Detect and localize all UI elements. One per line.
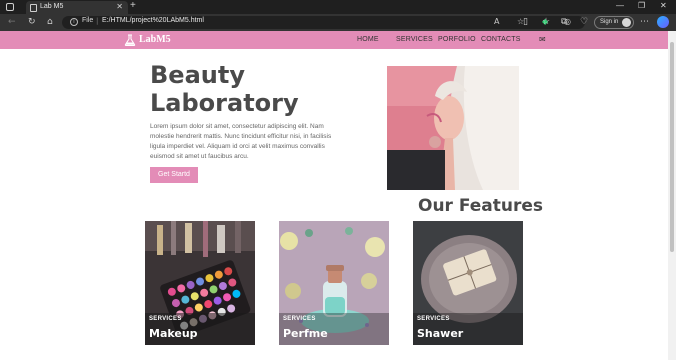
hero-description: Lorem ipsum dolor sit amet, consectetur … (150, 123, 332, 160)
tab-title: Lab M5 (40, 3, 64, 10)
home-icon[interactable]: ⌂ (47, 16, 53, 28)
sign-in-button[interactable]: Sign in (594, 16, 634, 29)
address-url[interactable]: E:/HTML/project%20LAbM5.html (102, 17, 204, 24)
more-menu-icon[interactable]: ⋯ (640, 16, 649, 28)
nav-link-services[interactable]: SERVICES (396, 36, 433, 43)
read-aloud-icon[interactable]: A (494, 17, 499, 26)
mail-icon[interactable]: ✉ (539, 35, 546, 44)
card-label: SERVICES (283, 316, 316, 322)
card-label: SERVICES (417, 316, 450, 322)
browser-toolbar: ← ↻ ⌂ i File | E:/HTML/project%20LAbM5.h… (0, 14, 676, 31)
address-scheme: File (82, 17, 94, 24)
feature-card-perfume[interactable]: SERVICES Perfme (279, 221, 389, 345)
split-screen-icon[interactable]: ▯ (523, 16, 528, 28)
browser-tab-bar: Lab M5 ✕ + — ❐ ✕ (0, 0, 676, 14)
close-window-icon[interactable]: ✕ (660, 1, 667, 10)
hero-image (387, 66, 519, 190)
refresh-icon[interactable]: ↻ (28, 16, 36, 28)
back-icon[interactable]: ← (8, 16, 16, 28)
page-icon (30, 4, 37, 12)
tab-actions-icon[interactable] (6, 3, 14, 11)
flask-logo-icon (124, 34, 136, 46)
avatar-icon (622, 18, 631, 27)
address-bar[interactable]: i File | E:/HTML/project%20LAbM5.html A … (62, 16, 585, 29)
nav-link-home[interactable]: HOME (357, 36, 379, 43)
close-tab-icon[interactable]: ✕ (116, 2, 123, 11)
favorites-icon[interactable]: ☆ (542, 16, 550, 28)
browser-tab[interactable]: Lab M5 ✕ (26, 1, 128, 14)
card-title: Perfme (283, 327, 328, 340)
page-viewport: LabM5 HOME SERVICES PORFOLIO CONTACTS ✉ … (0, 31, 668, 360)
nav-link-contacts[interactable]: CONTACTS (481, 36, 521, 43)
feature-card-makeup[interactable]: SERVICES Makeup (145, 221, 255, 345)
features-heading: Our Features (418, 196, 544, 216)
get-started-button[interactable]: Get Startd (150, 167, 198, 183)
card-title: Makeup (149, 327, 198, 340)
browser-essentials-icon[interactable]: ♡ (580, 16, 588, 28)
nav-link-portfolio[interactable]: PORFOLIO (438, 36, 476, 43)
info-icon[interactable]: i (70, 18, 78, 26)
address-separator: | (96, 17, 99, 25)
card-label: SERVICES (149, 316, 182, 322)
feature-card-shower[interactable]: SERVICES Shawer (413, 221, 523, 345)
maximize-icon[interactable]: ❐ (638, 1, 645, 10)
hero-title: Beauty Laboratory (150, 61, 299, 117)
site-navbar: LabM5 HOME SERVICES PORFOLIO CONTACTS ✉ (0, 31, 668, 49)
sign-in-label: Sign in (600, 19, 619, 25)
new-tab-button[interactable]: + (130, 0, 136, 11)
site-logo[interactable]: LabM5 (139, 34, 171, 45)
minimize-icon[interactable]: — (616, 1, 624, 10)
hero-title-line: Laboratory (150, 89, 299, 117)
copilot-icon[interactable] (657, 16, 669, 28)
card-title: Shawer (417, 327, 464, 340)
scrollbar-thumb[interactable] (670, 42, 674, 252)
collections-icon[interactable]: ⧉ (561, 16, 567, 28)
hero-title-line: Beauty (150, 61, 245, 89)
